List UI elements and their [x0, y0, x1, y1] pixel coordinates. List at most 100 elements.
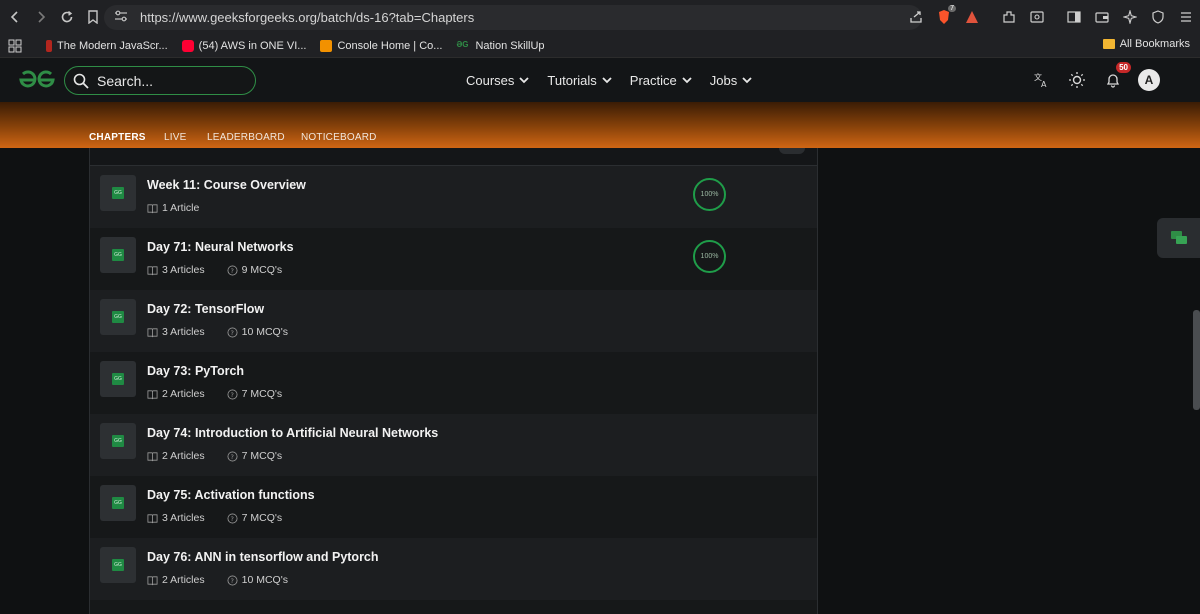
- nav-label: Practice: [629, 72, 677, 88]
- bookmarks-bar: The Modern JavaScr... (54) AWS in ONE VI…: [0, 34, 1200, 58]
- chapter-row[interactable]: GG Week 11: Course Overview 1 Article 10…: [90, 166, 817, 228]
- chapter-title[interactable]: Week 11: Course Overview: [147, 178, 306, 192]
- mcq-count: ? 9 MCQ's: [227, 264, 282, 276]
- sidebar-icon[interactable]: [1065, 8, 1083, 26]
- chapter-title[interactable]: Day 76: ANN in tensorflow and Pytorch: [147, 550, 379, 564]
- articles-count: 3 Articles: [147, 326, 205, 338]
- bookmark-item[interactable]: (54) AWS in ONE VI...: [181, 39, 306, 52]
- bookmark-item[interactable]: Console Home | Co...: [320, 39, 443, 52]
- reader-icon[interactable]: [1028, 8, 1046, 26]
- chapter-meta: 3 Articles ? 7 MCQ's: [147, 512, 304, 524]
- articles-count: 2 Articles: [147, 388, 205, 400]
- address-bar[interactable]: https://www.geeksforgeeks.org/batch/ds-1…: [104, 5, 922, 30]
- book-icon: [147, 451, 158, 461]
- tab-noticeboard[interactable]: NOTICEBOARD: [301, 132, 377, 143]
- svg-text:?: ?: [230, 576, 233, 584]
- chapter-title[interactable]: Day 73: PyTorch: [147, 364, 244, 378]
- tab-leaderboard[interactable]: LEADERBOARD: [207, 132, 285, 143]
- chapter-row[interactable]: GG Day 75: Activation functions 3 Articl…: [90, 476, 817, 538]
- chapter-title[interactable]: Day 72: TensorFlow: [147, 302, 264, 316]
- chapter-title[interactable]: Day 74: Introduction to Artificial Neura…: [147, 426, 438, 440]
- chapter-row-partial: [90, 600, 817, 614]
- mcq-label: 10 MCQ's: [241, 574, 288, 586]
- bookmark-item[interactable]: ƏG Nation SkillUp: [456, 40, 544, 52]
- gfg-mini-icon: GG: [112, 435, 124, 447]
- chapter-row[interactable]: GG Day 71: Neural Networks 3 Articles ? …: [90, 228, 817, 290]
- chapter-thumbnail: GG: [100, 485, 136, 521]
- articles-count: 2 Articles: [147, 574, 205, 586]
- gfg-mini-icon: GG: [112, 497, 124, 509]
- chapter-title[interactable]: Day 71: Neural Networks: [147, 240, 294, 254]
- question-circle-icon: ?: [227, 451, 238, 461]
- theme-sun-icon[interactable]: [1066, 69, 1088, 91]
- mcq-count: ? 7 MCQ's: [227, 512, 282, 524]
- chapter-thumbnail: GG: [100, 361, 136, 397]
- menu-icon[interactable]: [1177, 8, 1195, 26]
- chevron-down-icon: [519, 77, 530, 84]
- brave-shield-icon[interactable]: 7: [935, 5, 956, 26]
- share-icon[interactable]: [907, 8, 925, 26]
- mcq-label: 7 MCQ's: [241, 450, 283, 462]
- chapter-row[interactable]: GG Day 74: Introduction to Artificial Ne…: [90, 414, 817, 476]
- chapter-row[interactable]: GG Day 72: TensorFlow 3 Articles ? 10 MC…: [90, 290, 817, 352]
- chapter-row[interactable]: GG Day 76: ANN in tensorflow and Pytorch…: [90, 538, 817, 600]
- site-settings-icon[interactable]: [114, 10, 130, 25]
- wallet-icon[interactable]: [1093, 8, 1111, 26]
- chat-icon: [1170, 231, 1187, 244]
- chapter-meta: 3 Articles ? 10 MCQ's: [147, 326, 310, 338]
- tab-live[interactable]: LIVE: [164, 132, 186, 143]
- gfg-logo[interactable]: [18, 69, 56, 91]
- book-icon: [147, 389, 158, 399]
- bookmark-item[interactable]: The Modern JavaScr...: [46, 39, 168, 52]
- tab-chapters[interactable]: CHAPTERS: [89, 132, 146, 150]
- scrollbar[interactable]: [1193, 310, 1200, 410]
- chat-widget[interactable]: [1157, 218, 1200, 258]
- chapter-thumbnail: GG: [100, 175, 136, 211]
- reload-icon[interactable]: [56, 6, 78, 28]
- book-icon: [147, 513, 158, 523]
- svg-text:?: ?: [230, 328, 233, 336]
- collapse-toggle[interactable]: [779, 148, 805, 154]
- chapters-panel: GG Week 11: Course Overview 1 Article 10…: [89, 148, 818, 614]
- aws-icon: [320, 39, 333, 52]
- svg-text:?: ?: [230, 514, 233, 522]
- bookmark-label: Console Home | Co...: [337, 39, 443, 52]
- forward-icon[interactable]: [30, 6, 52, 28]
- nav-jobs[interactable]: Jobs: [710, 73, 752, 88]
- avatar[interactable]: A: [1138, 69, 1160, 91]
- mcq-label: 10 MCQ's: [241, 326, 288, 338]
- chapter-row[interactable]: GG Day 73: PyTorch 2 Articles ? 7 MCQ's: [90, 352, 817, 414]
- bookmark-favicon: [46, 39, 52, 52]
- chapter-meta: 2 Articles ? 7 MCQ's: [147, 388, 304, 400]
- search-bar[interactable]: Search...: [64, 66, 256, 95]
- rewards-triangle-icon[interactable]: [963, 8, 981, 26]
- mcq-count: ? 7 MCQ's: [227, 388, 282, 400]
- search-placeholder[interactable]: Search...: [97, 73, 153, 89]
- all-bookmarks[interactable]: All Bookmarks: [1102, 38, 1190, 50]
- nav-courses[interactable]: Courses: [466, 72, 530, 88]
- back-icon[interactable]: [4, 6, 26, 28]
- svg-text:?: ?: [230, 266, 233, 274]
- translate-icon[interactable]: 文A: [1030, 69, 1052, 91]
- extensions-icon[interactable]: [1000, 8, 1018, 26]
- bookmark-icon[interactable]: [82, 6, 104, 28]
- question-circle-icon: ?: [227, 575, 238, 585]
- svg-text:A: A: [1041, 80, 1047, 88]
- leo-ai-icon[interactable]: [1121, 8, 1139, 26]
- vpn-shield-icon[interactable]: [1149, 8, 1167, 26]
- notification-bell-icon[interactable]: 50: [1102, 62, 1131, 91]
- youtube-icon: [181, 39, 194, 52]
- mcq-count: ? 10 MCQ's: [227, 326, 288, 338]
- mcq-count: ? 10 MCQ's: [227, 574, 288, 586]
- chapter-thumbnail: GG: [100, 237, 136, 273]
- apps-grid-icon[interactable]: [8, 39, 22, 53]
- question-circle-icon: ?: [227, 327, 238, 337]
- url-text[interactable]: https://www.geeksforgeeks.org/batch/ds-1…: [140, 10, 474, 25]
- nav-tutorials[interactable]: Tutorials: [547, 73, 612, 88]
- nav-label: Courses: [466, 72, 515, 88]
- nav-practice[interactable]: Practice: [630, 73, 692, 88]
- browser-toolbar: https://www.geeksforgeeks.org/batch/ds-1…: [0, 0, 1200, 34]
- articles-label: 2 Articles: [162, 450, 205, 462]
- articles-label: 3 Articles: [162, 512, 205, 524]
- chapter-title[interactable]: Day 75: Activation functions: [147, 488, 315, 502]
